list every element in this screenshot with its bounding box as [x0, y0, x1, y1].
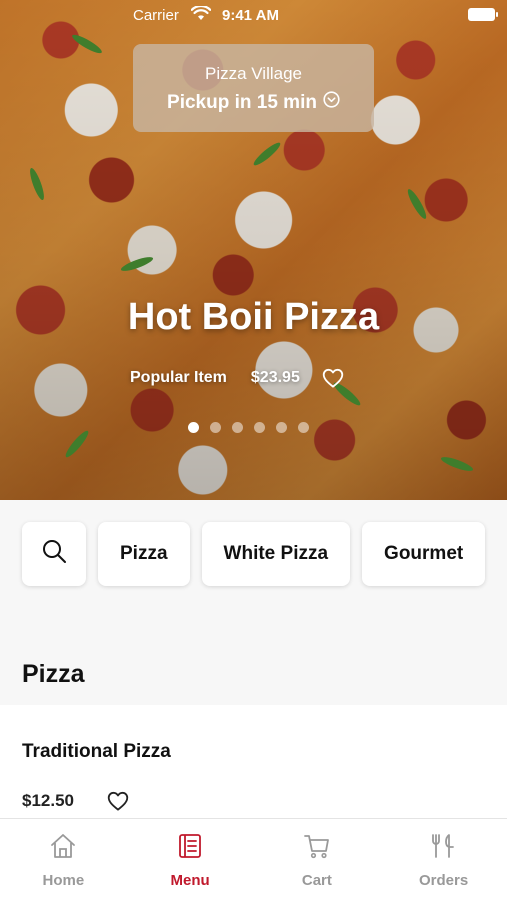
category-chip-white-pizza[interactable]: White Pizza	[201, 522, 351, 586]
tab-menu[interactable]: Menu	[127, 819, 254, 900]
search-icon	[41, 538, 67, 570]
basil-decoration	[405, 187, 429, 221]
tab-label: Home	[42, 872, 85, 889]
status-bar: Carrier 9:41 AM	[0, 0, 507, 30]
tab-cart[interactable]: Cart	[254, 819, 381, 900]
store-name: Pizza Village	[204, 64, 303, 83]
hero-title: Hot Boii Pizza	[127, 296, 380, 338]
favorite-heart-icon[interactable]	[322, 368, 344, 388]
basil-decoration	[439, 454, 475, 474]
carousel-dot[interactable]	[210, 422, 221, 433]
category-filter-row: Pizza White Pizza Gourmet	[22, 522, 486, 586]
store-selector[interactable]: Pizza Village Pickup in 15 min	[133, 44, 374, 132]
clock: 9:41 AM	[222, 7, 279, 24]
carousel-dot[interactable]	[276, 422, 287, 433]
carousel-dot[interactable]	[188, 422, 199, 433]
hero-price: $23.95	[250, 369, 300, 386]
cart-icon	[303, 832, 331, 865]
basil-decoration	[119, 254, 155, 274]
home-icon	[49, 832, 77, 865]
carousel-dot[interactable]	[298, 422, 309, 433]
basil-decoration	[63, 428, 91, 460]
item-name: Traditional Pizza	[22, 741, 171, 762]
category-chip-gourmet[interactable]: Gourmet	[362, 522, 486, 586]
tab-label: Orders	[419, 872, 469, 889]
basil-decoration	[70, 32, 104, 56]
tab-orders[interactable]: Orders	[380, 819, 507, 900]
pickup-time: Pickup in 15 min	[133, 91, 374, 114]
carousel-dot[interactable]	[254, 422, 265, 433]
hero-meta: Popular Item $23.95	[130, 368, 344, 388]
basil-decoration	[251, 140, 283, 168]
chevron-down-circle-icon	[323, 91, 340, 114]
item-price: $12.50	[22, 791, 74, 810]
menu-item-card[interactable]: Traditional Pizza $12.50	[0, 705, 507, 820]
orders-icon	[430, 832, 458, 865]
category-chip-pizza[interactable]: Pizza	[98, 522, 190, 586]
search-button[interactable]	[22, 522, 86, 586]
wifi-icon	[190, 4, 212, 25]
favorite-heart-icon[interactable]	[107, 791, 129, 811]
section-title: Pizza	[22, 660, 85, 688]
tab-label: Cart	[301, 872, 332, 889]
popular-badge: Popular Item	[130, 369, 227, 386]
basil-decoration	[27, 166, 47, 202]
tab-label: Menu	[170, 872, 210, 889]
carrier-label: Carrier	[133, 7, 179, 24]
menu-icon	[176, 832, 204, 865]
pickup-label: Pickup in 15 min	[167, 91, 317, 113]
battery-icon	[468, 8, 498, 21]
carousel-dots[interactable]	[188, 422, 309, 433]
carousel-dot[interactable]	[232, 422, 243, 433]
tab-bar: Home Menu Cart Orders	[0, 818, 507, 900]
tab-home[interactable]: Home	[0, 819, 127, 900]
